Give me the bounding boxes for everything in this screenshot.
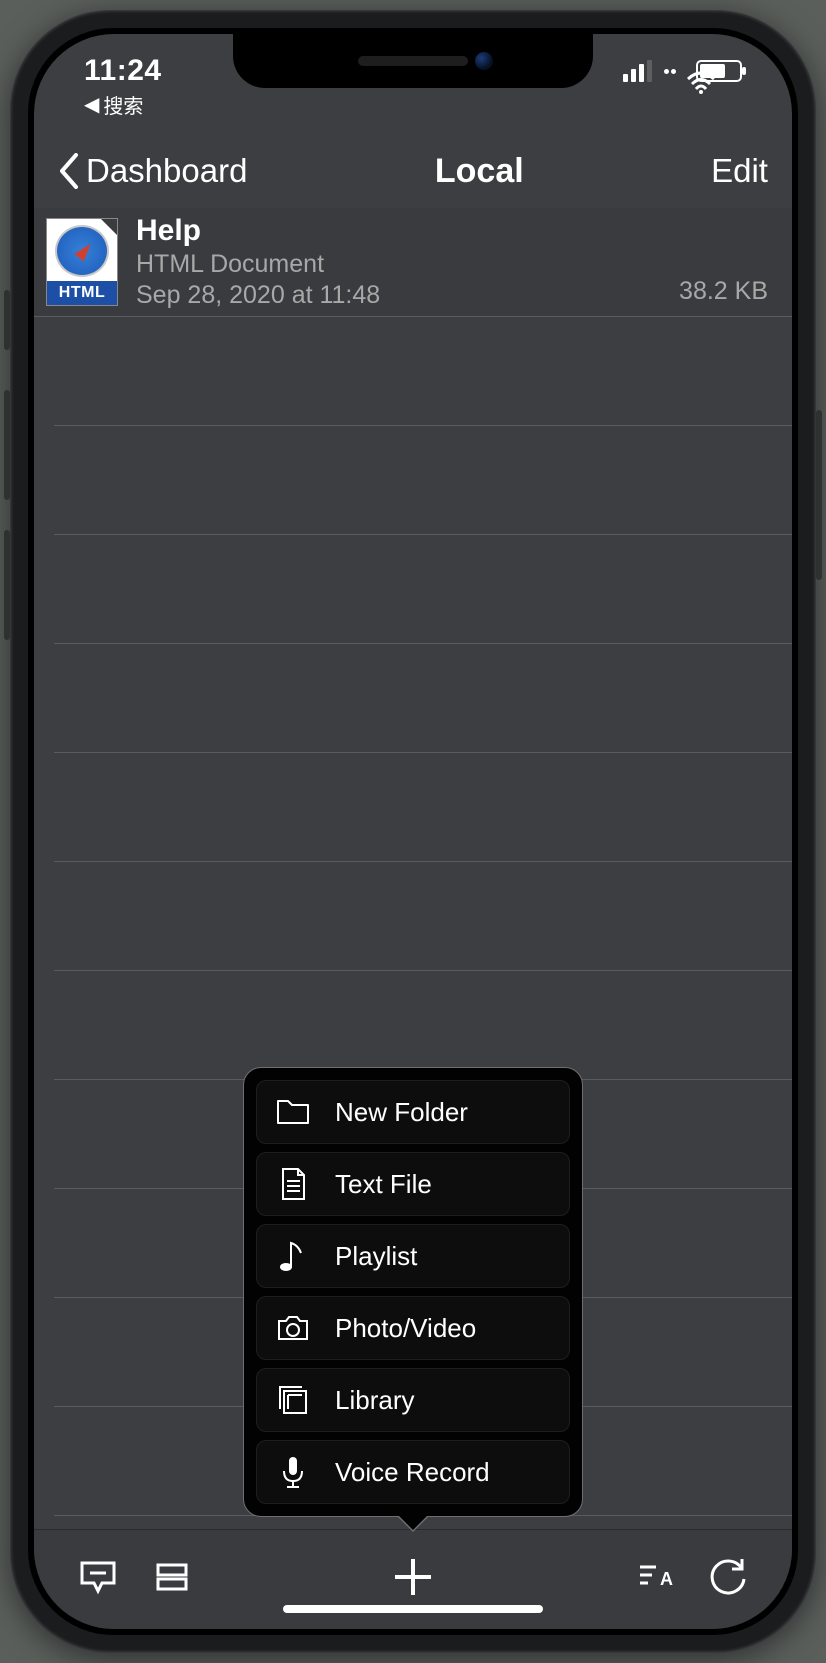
battery-icon <box>696 60 742 82</box>
document-icon <box>271 1165 315 1203</box>
status-time: 11:24 <box>84 54 162 88</box>
add-button[interactable] <box>387 1551 439 1608</box>
back-triangle-icon: ◀ <box>84 92 99 117</box>
view-mode-button[interactable] <box>150 1555 194 1604</box>
menu-label: Voice Record <box>335 1457 490 1488</box>
status-back-to-app[interactable]: ◀ 搜索 <box>84 90 143 119</box>
menu-photo-video[interactable]: Photo/Video <box>256 1296 570 1360</box>
back-button[interactable]: Dashboard <box>58 152 247 190</box>
navigation-bar: Dashboard Local Edit <box>34 134 792 208</box>
menu-label: Playlist <box>335 1241 417 1272</box>
folder-icon <box>271 1093 315 1131</box>
menu-voice-record[interactable]: Voice Record <box>256 1440 570 1504</box>
edit-button[interactable]: Edit <box>711 152 768 190</box>
empty-row <box>54 535 792 644</box>
file-size: 38.2 KB <box>679 277 768 306</box>
empty-row <box>54 317 792 426</box>
file-row[interactable]: HTML Help HTML Document Sep 28, 2020 at … <box>34 208 792 317</box>
file-icon-label: HTML <box>47 281 117 305</box>
empty-row <box>54 426 792 535</box>
sort-button[interactable]: A <box>632 1555 676 1604</box>
empty-row <box>54 644 792 753</box>
page-title: Local <box>435 152 524 191</box>
dual-sim-icon <box>664 69 676 74</box>
refresh-icon <box>706 1555 750 1599</box>
refresh-button[interactable] <box>706 1555 750 1604</box>
file-name: Help <box>136 214 679 248</box>
menu-label: New Folder <box>335 1097 468 1128</box>
microphone-icon <box>271 1453 315 1491</box>
plus-icon <box>387 1551 439 1603</box>
library-icon <box>271 1381 315 1419</box>
menu-new-folder[interactable]: New Folder <box>256 1080 570 1144</box>
bottom-toolbar: A <box>34 1529 792 1629</box>
menu-label: Library <box>335 1385 414 1416</box>
html-file-icon: HTML <box>46 218 118 306</box>
file-date: Sep 28, 2020 at 11:48 <box>136 281 679 310</box>
camera-icon <box>271 1309 315 1347</box>
device-notch <box>233 34 593 88</box>
menu-label: Photo/Video <box>335 1313 476 1344</box>
status-back-label: 搜索 <box>103 90 143 119</box>
speech-bubble-icon <box>76 1555 120 1599</box>
menu-library[interactable]: Library <box>256 1368 570 1432</box>
list-view-icon <box>150 1555 194 1599</box>
empty-row <box>54 753 792 862</box>
menu-playlist[interactable]: Playlist <box>256 1224 570 1288</box>
home-indicator[interactable] <box>283 1605 543 1613</box>
sort-lines-icon: A <box>632 1555 676 1599</box>
add-menu-popup: New Folder Text File Playlist <box>243 1067 583 1517</box>
cellular-signal-icon <box>623 60 652 82</box>
menu-label: Text File <box>335 1169 432 1200</box>
music-note-icon <box>271 1237 315 1275</box>
menu-text-file[interactable]: Text File <box>256 1152 570 1216</box>
svg-text:A: A <box>660 1569 673 1589</box>
file-type: HTML Document <box>136 250 679 279</box>
back-label: Dashboard <box>86 152 247 190</box>
comment-button[interactable] <box>76 1555 120 1604</box>
chevron-left-icon <box>58 153 80 189</box>
empty-row <box>54 862 792 971</box>
empty-row <box>54 971 792 1080</box>
